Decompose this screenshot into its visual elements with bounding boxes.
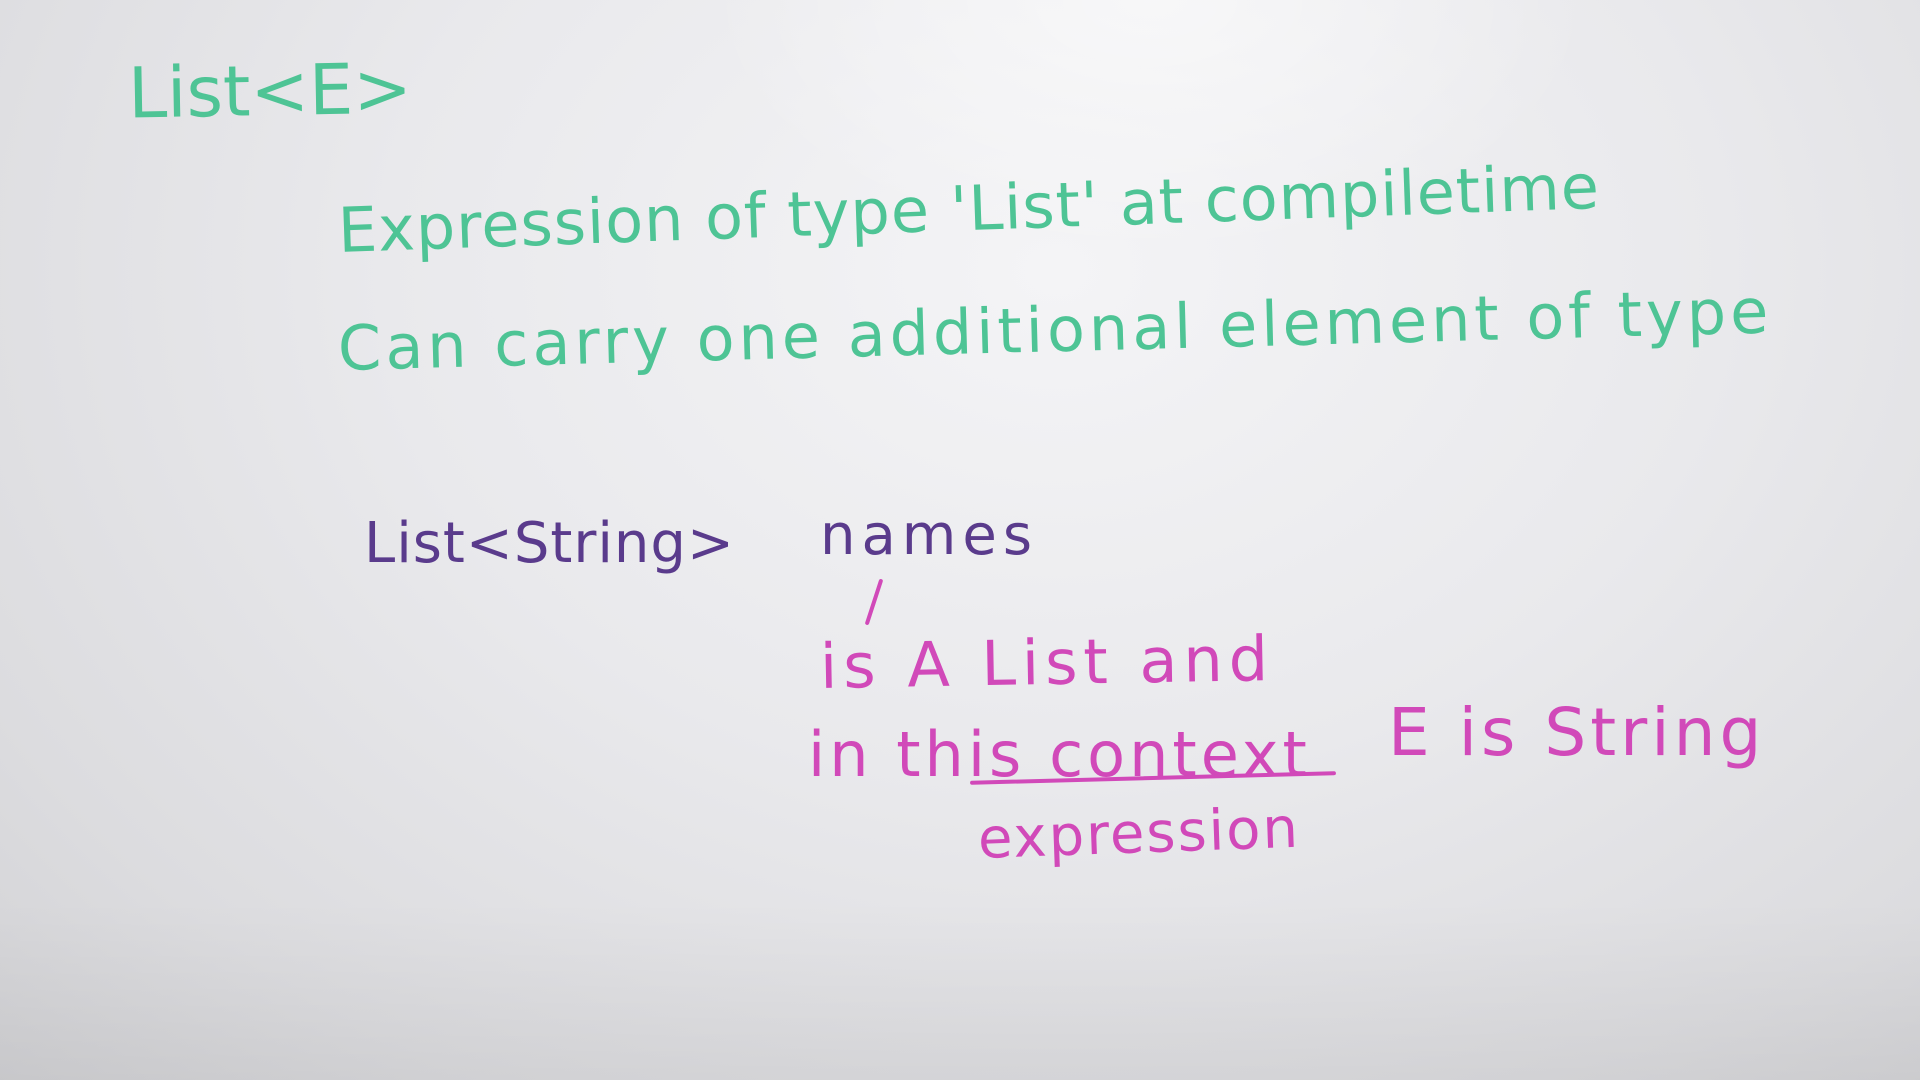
example-declaration-name: names [820,503,1038,568]
note-line-1: is A List and [819,622,1275,703]
note-line-2-e-is-string: E is String [1388,694,1766,771]
definition-line-1: Expression of type 'List' at compiletime [336,149,1602,267]
example-declaration-type: List<String> [364,511,735,576]
bottom-shading [0,900,1920,1080]
note-expression: expression [976,795,1301,872]
pointer-tick-mark [864,578,884,626]
definition-line-2: Can carry one additional element of type [337,274,1774,385]
title-generic-list: List<E> [127,47,413,135]
whiteboard: List<E> Expression of type 'List' at com… [0,0,1920,1080]
